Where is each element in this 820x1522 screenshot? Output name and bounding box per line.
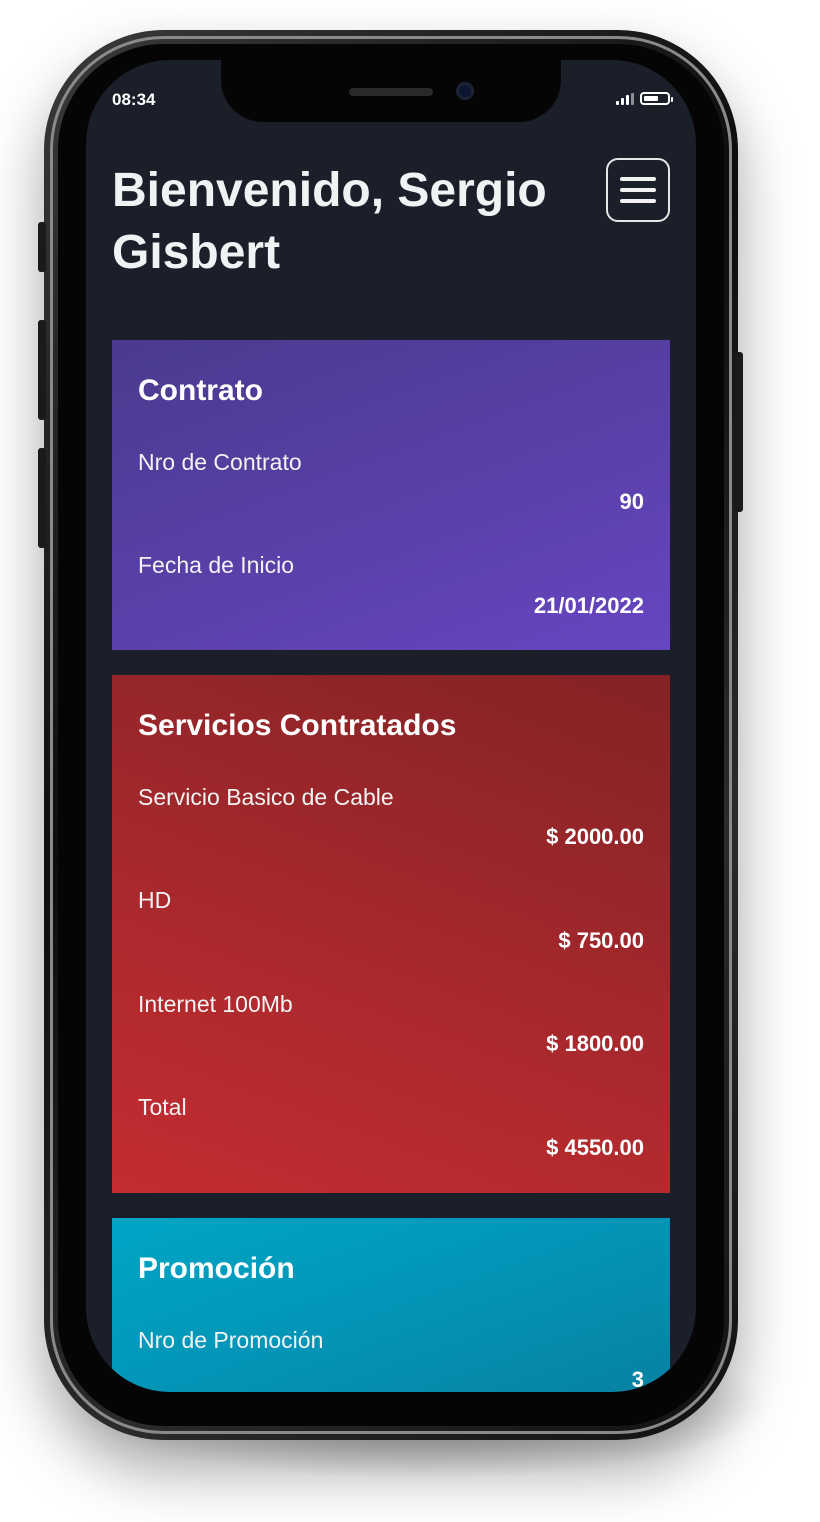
volume-down-button — [38, 448, 46, 548]
signal-icon — [616, 92, 634, 105]
total-value: $ 4550.00 — [546, 1135, 644, 1160]
start-date-label: Fecha de Inicio — [138, 552, 294, 578]
mute-switch — [38, 222, 46, 272]
service-price: $ 2000.00 — [546, 824, 644, 849]
contract-number-value: 90 — [619, 489, 644, 514]
start-date-value: 21/01/2022 — [533, 593, 644, 618]
total-label: Total — [138, 1094, 187, 1120]
volume-up-button — [38, 320, 46, 420]
speaker — [349, 88, 433, 96]
service-label: HD — [138, 887, 172, 913]
promocion-card: Promoción Nro de Promoción 3 — [112, 1218, 670, 1392]
status-icons — [616, 92, 673, 105]
contrato-card: Contrato Nro de Contrato 90 Fecha de Ini… — [112, 340, 670, 650]
service-price: $ 750.00 — [558, 928, 644, 953]
power-button — [735, 352, 743, 512]
promo-number-value: 3 — [631, 1367, 644, 1392]
card-title: Contrato — [138, 374, 263, 407]
contract-number-label: Nro de Contrato — [138, 449, 302, 475]
service-label: Servicio Basico de Cable — [138, 784, 394, 810]
status-time: 08:34 — [112, 90, 156, 109]
promo-number-label: Nro de Promoción — [138, 1327, 324, 1353]
card-title: Promoción — [138, 1252, 295, 1285]
front-camera — [456, 82, 474, 100]
page-title: Bienvenido, Sergio Gisbert — [112, 164, 547, 279]
notch — [221, 60, 561, 122]
servicios-card: Servicios Contratados Servicio Basico de… — [112, 675, 670, 1193]
hamburger-menu-icon[interactable] — [606, 158, 670, 222]
card-title: Servicios Contratados — [138, 709, 457, 742]
battery-icon — [640, 92, 673, 105]
service-price: $ 1800.00 — [546, 1031, 644, 1056]
app-screen: 08:34 Bienvenido, Sergio Gisbert Contrat… — [86, 60, 696, 1392]
service-label: Internet 100Mb — [138, 991, 293, 1017]
